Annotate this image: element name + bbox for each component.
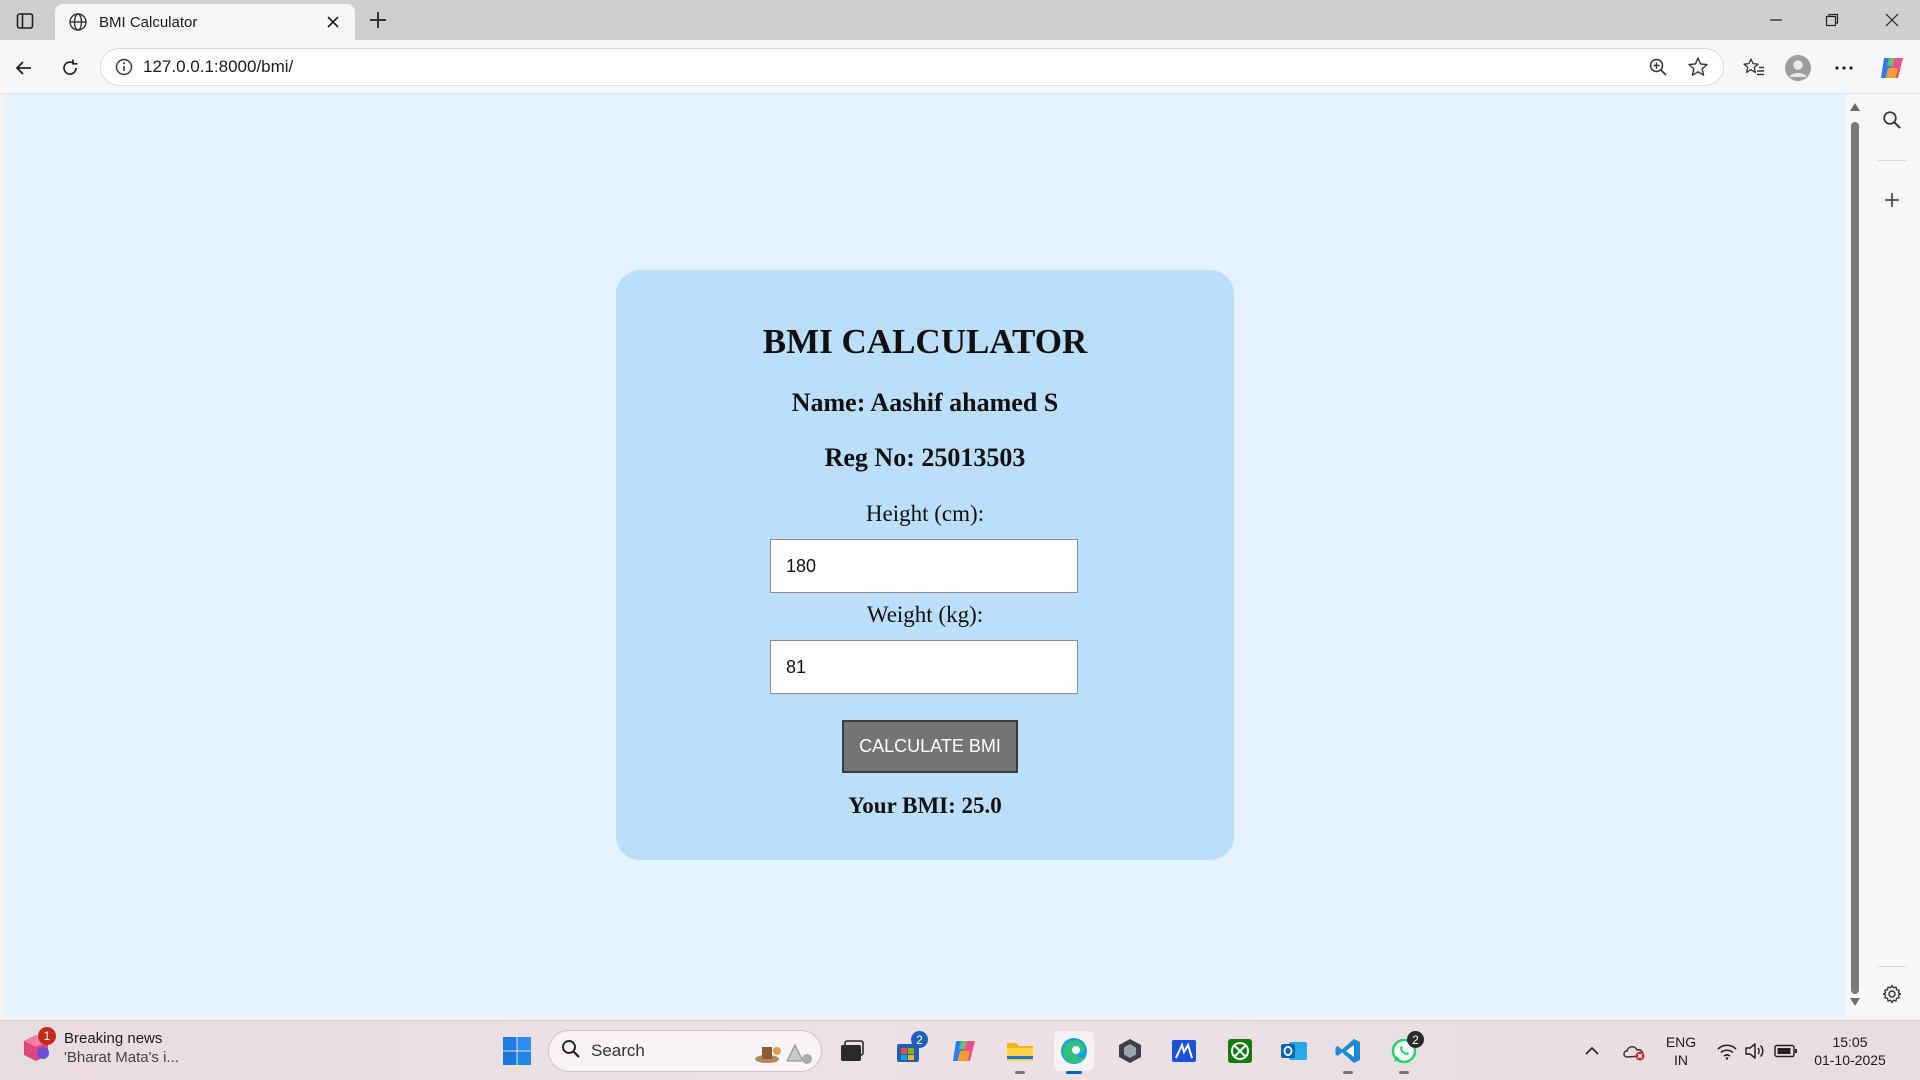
whatsapp-icon[interactable]: 2 [1384, 1031, 1424, 1074]
more-options-icon[interactable] [1828, 52, 1860, 84]
wifi-icon[interactable] [1714, 1035, 1740, 1067]
language-code: ENG [1665, 1034, 1697, 1050]
close-window-icon[interactable] [1864, 0, 1920, 40]
side-panel-divider [1878, 966, 1906, 967]
news-widget[interactable]: 1 Breaking news 'Bharat Mata's i... [20, 1027, 179, 1067]
windows-taskbar: 1 Breaking news 'Bharat Mata's i... Sear… [0, 1020, 1920, 1080]
page-viewport: BMI CALCULATOR Name: Aashif ahamed S Reg… [4, 94, 1846, 1016]
edge-browser-icon[interactable] [1054, 1031, 1094, 1074]
settings-gear-icon[interactable] [1876, 978, 1908, 1010]
xbox-icon[interactable] [1220, 1031, 1260, 1071]
url-text[interactable]: 127.0.0.1:8000/bmi/ [143, 57, 1633, 77]
whatsapp-badge: 2 [1407, 1031, 1424, 1048]
scroll-thumb[interactable] [1851, 122, 1859, 994]
vscode-icon[interactable] [1328, 1031, 1368, 1074]
task-view-icon[interactable] [832, 1031, 872, 1071]
news-subtitle: 'Bharat Mata's i... [64, 1049, 179, 1066]
weight-input[interactable] [770, 640, 1078, 694]
news-widget-icon: 1 [20, 1027, 56, 1065]
file-explorer-icon[interactable] [1000, 1031, 1040, 1074]
outlook-icon[interactable] [1274, 1031, 1314, 1071]
search-icon[interactable] [1876, 104, 1908, 136]
bmi-result: Your BMI: 25.0 [848, 793, 1002, 818]
dark-app-icon[interactable] [1110, 1031, 1150, 1071]
search-label: Search [591, 1041, 645, 1060]
news-badge: 1 [38, 1027, 56, 1045]
running-indicator [1399, 1071, 1409, 1074]
browser-title-bar: BMI Calculator [0, 0, 1920, 40]
browser-toolbar: 127.0.0.1:8000/bmi/ [0, 40, 1920, 94]
search-icon [561, 1039, 581, 1064]
bmi-card: BMI CALCULATOR Name: Aashif ahamed S Reg… [616, 270, 1234, 860]
blue-app-icon[interactable] [1164, 1031, 1204, 1071]
system-clock[interactable]: 15:05 01-10-2025 [1810, 1033, 1890, 1069]
restore-icon[interactable] [1804, 0, 1860, 40]
running-indicator [1015, 1071, 1025, 1074]
scroll-down-arrow-icon[interactable] [1849, 996, 1861, 1008]
address-bar[interactable]: 127.0.0.1:8000/bmi/ [100, 48, 1724, 86]
page-title: BMI CALCULATOR [762, 322, 1088, 361]
region-code: IN [1674, 1052, 1688, 1068]
height-input[interactable] [770, 539, 1078, 593]
add-icon[interactable] [1876, 184, 1908, 216]
calculate-bmi-button[interactable]: CALCULATE BMI [842, 720, 1018, 773]
back-icon[interactable] [8, 52, 40, 84]
clock-date: 01-10-2025 [1814, 1052, 1886, 1068]
student-name: Name: Aashif ahamed S [791, 388, 1059, 417]
scroll-up-arrow-icon[interactable] [1849, 101, 1861, 113]
taskbar-search-box[interactable]: Search [548, 1030, 822, 1072]
minimize-icon[interactable] [1748, 0, 1804, 40]
profile-avatar-icon[interactable] [1782, 52, 1814, 84]
copilot-icon[interactable] [1876, 52, 1908, 84]
running-indicator [1343, 1071, 1353, 1074]
show-hidden-icons-chevron-up-icon[interactable] [1580, 1035, 1604, 1067]
microsoft-store-icon[interactable]: 2 [888, 1031, 928, 1071]
news-title: Breaking news [64, 1030, 163, 1047]
zoom-icon[interactable] [1643, 52, 1673, 82]
volume-icon[interactable] [1742, 1035, 1768, 1067]
favorites-icon[interactable] [1738, 52, 1770, 84]
running-indicator [1066, 1071, 1082, 1074]
clock-time: 15:05 [1832, 1034, 1868, 1050]
onedrive-error-icon[interactable] [1620, 1035, 1648, 1067]
height-label: Height (cm): [865, 501, 985, 526]
refresh-icon[interactable] [54, 52, 86, 84]
tab-title: BMI Calculator [99, 13, 198, 31]
new-tab-icon[interactable] [364, 6, 392, 34]
sidebar-toggle-icon[interactable] [12, 8, 38, 34]
side-panel-divider [1878, 160, 1906, 161]
copilot-app-icon[interactable] [944, 1031, 984, 1071]
store-badge: 2 [911, 1031, 928, 1048]
browser-tab[interactable]: BMI Calculator [55, 4, 355, 40]
registration-number: Reg No: 25013503 [824, 443, 1026, 472]
battery-icon[interactable] [1772, 1035, 1800, 1067]
start-button-icon[interactable] [497, 1031, 537, 1071]
close-tab-icon[interactable] [321, 10, 345, 34]
search-highlight-image-icon [753, 1039, 813, 1070]
input-language-indicator[interactable]: ENG IN [1662, 1033, 1700, 1069]
site-info-icon[interactable] [113, 56, 135, 78]
browser-side-panel [1864, 94, 1920, 1016]
globe-icon [67, 11, 89, 33]
weight-label: Weight (kg): [866, 602, 984, 627]
favorite-star-icon[interactable] [1683, 52, 1713, 82]
page-scrollbar[interactable] [1846, 94, 1864, 1016]
